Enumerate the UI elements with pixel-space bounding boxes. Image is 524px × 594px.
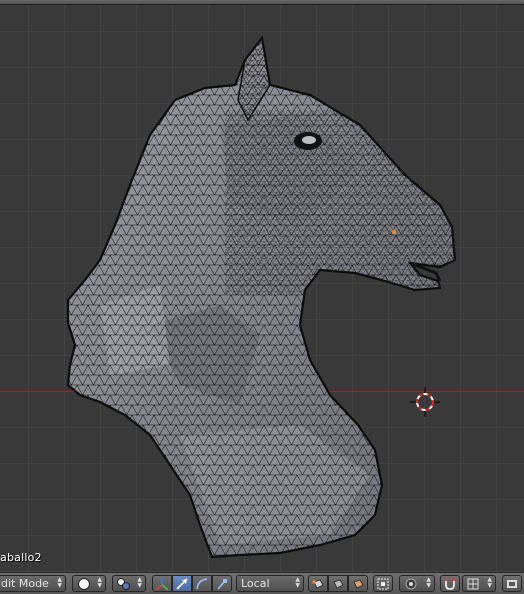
face-select-icon	[353, 579, 364, 589]
occlude-geometry-button[interactable]	[373, 575, 393, 592]
vertex-select-button[interactable]	[308, 575, 328, 592]
interaction-mode-label: dit Mode	[1, 577, 49, 590]
translate-manipulator-button[interactable]	[172, 575, 192, 592]
dropdown-arrows-icon: ▲ ▼	[57, 576, 62, 589]
render-button[interactable]	[502, 575, 522, 592]
horse-head-mesh[interactable]	[0, 5, 524, 572]
snap-element-icon	[467, 578, 479, 590]
transform-orientation-dropdown[interactable]: Local ▲ ▼	[236, 575, 304, 592]
scale-icon	[217, 578, 227, 590]
object-name-label: aballo2	[0, 551, 42, 564]
dropdown-arrows-icon: ▲ ▼	[295, 576, 300, 589]
3d-view-header: dit Mode ▲ ▼ ▲ ▼ ▲ ▼ Local ▲ ▼ ▲ ▼ ▲ ▼	[0, 572, 524, 594]
render-icon	[507, 579, 517, 588]
dropdown-arrows-icon: ▲ ▼	[97, 576, 102, 589]
occlude-geometry-icon	[377, 578, 389, 589]
rotate-icon	[196, 577, 208, 589]
pivot-point-dropdown[interactable]: ▲ ▼	[112, 575, 146, 592]
manipulator-toggle-icon	[155, 577, 169, 591]
snap-element-dropdown[interactable]: ▲ ▼	[462, 575, 496, 592]
edge-select-button[interactable]	[328, 575, 348, 592]
3d-viewport[interactable]: aballo2	[0, 5, 524, 572]
rotate-manipulator-button[interactable]	[192, 575, 212, 592]
3d-cursor-icon[interactable]	[410, 387, 440, 417]
proportional-edit-dropdown[interactable]: ▲ ▼	[399, 575, 435, 592]
manipulator-toggle-button[interactable]	[152, 575, 172, 592]
scale-manipulator-button[interactable]	[212, 575, 232, 592]
edge-select-icon	[333, 579, 344, 589]
transform-orientation-label: Local	[241, 577, 270, 590]
solid-sphere-icon	[78, 578, 90, 590]
proportional-edit-icon	[405, 578, 417, 590]
translate-icon	[176, 577, 188, 590]
interaction-mode-dropdown[interactable]: dit Mode ▲ ▼	[0, 575, 66, 592]
snap-toggle-button[interactable]	[440, 575, 460, 592]
snap-magnet-icon	[445, 578, 455, 590]
dropdown-arrows-icon: ▲ ▼	[426, 576, 431, 589]
viewport-shading-dropdown[interactable]: ▲ ▼	[72, 575, 106, 592]
dropdown-arrows-icon: ▲ ▼	[487, 576, 492, 589]
vertex-select-icon	[312, 579, 324, 589]
pivot-point-icon	[117, 578, 130, 590]
face-select-button[interactable]	[348, 575, 368, 592]
dropdown-arrows-icon: ▲ ▼	[137, 576, 142, 589]
